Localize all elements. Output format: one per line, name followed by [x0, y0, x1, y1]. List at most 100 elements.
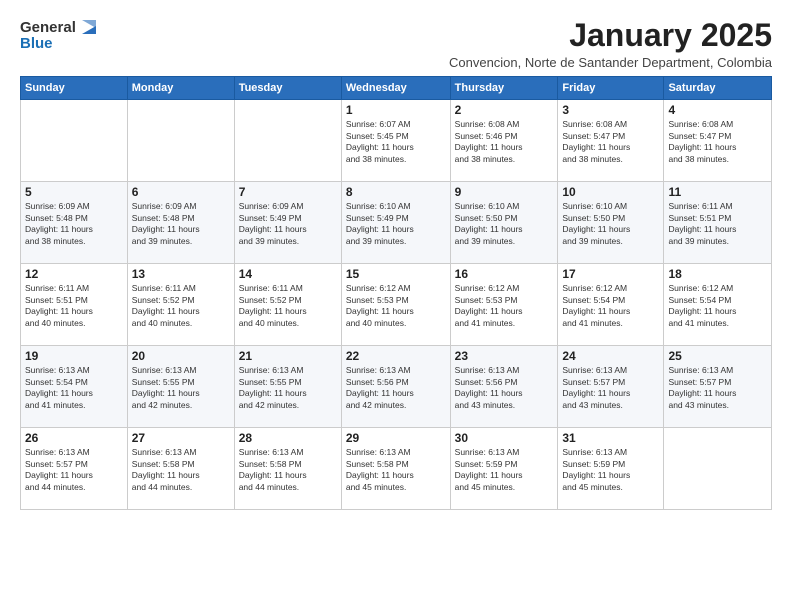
day-info: Sunrise: 6:07 AMSunset: 5:45 PMDaylight:…: [346, 119, 446, 165]
day-number: 7: [239, 185, 337, 199]
day-info: Sunrise: 6:08 AMSunset: 5:47 PMDaylight:…: [668, 119, 767, 165]
table-row: 24Sunrise: 6:13 AMSunset: 5:57 PMDayligh…: [558, 346, 664, 428]
table-row: 10 Sunrise: 6:10 AMSunset: 5:50 PMDayligh…: [558, 182, 664, 264]
table-row: 30Sunrise: 6:13 AMSunset: 5:59 PMDayligh…: [450, 428, 558, 510]
day-number: 16: [455, 267, 554, 281]
header-monday: Monday: [127, 77, 234, 100]
logo: General Blue: [20, 18, 100, 53]
header-saturday: Saturday: [664, 77, 772, 100]
table-row: 17Sunrise: 6:12 AMSunset: 5:54 PMDayligh…: [558, 264, 664, 346]
day-number: 1: [346, 103, 446, 117]
header-sunday: Sunday: [21, 77, 128, 100]
week-row-3: 12 Sunrise: 6:11 AMSunset: 5:51 PMDayligh…: [21, 264, 772, 346]
day-info: Sunrise: 6:09 AMSunset: 5:49 PMDaylight:…: [239, 201, 337, 247]
week-row-2: 5 Sunrise: 6:09 AMSunset: 5:48 PMDaylight…: [21, 182, 772, 264]
table-row: 28Sunrise: 6:13 AMSunset: 5:58 PMDayligh…: [234, 428, 341, 510]
week-row-5: 26 Sunrise: 6:13 AMSunset: 5:57 PMDayligh…: [21, 428, 772, 510]
day-number: 25: [668, 349, 767, 363]
day-info: Sunrise: 6:13 AMSunset: 5:58 PMDaylight:…: [132, 447, 230, 493]
day-number: 20: [132, 349, 230, 363]
day-info: Sunrise: 6:11 AMSunset: 5:52 PMDaylight:…: [132, 283, 230, 329]
day-number: 17: [562, 267, 659, 281]
table-row: [234, 100, 341, 182]
day-info: Sunrise: 6:12 AMSunset: 5:53 PMDaylight:…: [346, 283, 446, 329]
title-section: January 2025 Convencion, Norte de Santan…: [449, 18, 772, 70]
day-info: Sunrise: 6:11 AMSunset: 5:52 PMDaylight:…: [239, 283, 337, 329]
table-row: 15Sunrise: 6:12 AMSunset: 5:53 PMDayligh…: [341, 264, 450, 346]
day-number: 24: [562, 349, 659, 363]
table-row: 23 Sunrise: 6:13 AMSunset: 5:56 PMDayligh…: [450, 346, 558, 428]
table-row: 20 Sunrise: 6:13 AMSunset: 5:55 PMDayligh…: [127, 346, 234, 428]
header-thursday: Thursday: [450, 77, 558, 100]
table-row: 11 Sunrise: 6:11 AMSunset: 5:51 PMDayligh…: [664, 182, 772, 264]
table-row: 22 Sunrise: 6:13 AMSunset: 5:56 PMDayligh…: [341, 346, 450, 428]
table-row: 31 Sunrise: 6:13 AMSunset: 5:59 PMDayligh…: [558, 428, 664, 510]
day-number: 12: [25, 267, 123, 281]
day-info: Sunrise: 6:08 AMSunset: 5:47 PMDaylight:…: [562, 119, 659, 165]
day-number: 6: [132, 185, 230, 199]
day-info: Sunrise: 6:12 AMSunset: 5:54 PMDaylight:…: [668, 283, 767, 329]
table-row: 26 Sunrise: 6:13 AMSunset: 5:57 PMDayligh…: [21, 428, 128, 510]
day-info: Sunrise: 6:13 AMSunset: 5:54 PMDaylight:…: [25, 365, 123, 411]
calendar-table: Sunday Monday Tuesday Wednesday Thursday…: [20, 76, 772, 510]
month-title: January 2025: [449, 18, 772, 53]
calendar-header-row: Sunday Monday Tuesday Wednesday Thursday…: [21, 77, 772, 100]
table-row: 12 Sunrise: 6:11 AMSunset: 5:51 PMDayligh…: [21, 264, 128, 346]
day-info: Sunrise: 6:11 AMSunset: 5:51 PMDaylight:…: [25, 283, 123, 329]
day-number: 3: [562, 103, 659, 117]
table-row: 2 Sunrise: 6:08 AMSunset: 5:46 PMDaylight…: [450, 100, 558, 182]
day-number: 10: [562, 185, 659, 199]
day-info: Sunrise: 6:09 AMSunset: 5:48 PMDaylight:…: [25, 201, 123, 247]
day-info: Sunrise: 6:13 AMSunset: 5:57 PMDaylight:…: [668, 365, 767, 411]
header-friday: Friday: [558, 77, 664, 100]
day-number: 14: [239, 267, 337, 281]
table-row: 6 Sunrise: 6:09 AMSunset: 5:48 PMDaylight…: [127, 182, 234, 264]
page: General Blue January 2025 Convencion, No…: [0, 0, 792, 612]
day-number: 29: [346, 431, 446, 445]
day-number: 27: [132, 431, 230, 445]
day-number: 2: [455, 103, 554, 117]
day-number: 19: [25, 349, 123, 363]
table-row: 8 Sunrise: 6:10 AMSunset: 5:49 PMDaylight…: [341, 182, 450, 264]
week-row-4: 19 Sunrise: 6:13 AMSunset: 5:54 PMDayligh…: [21, 346, 772, 428]
table-row: [664, 428, 772, 510]
logo-general: General: [20, 20, 76, 37]
day-info: Sunrise: 6:13 AMSunset: 5:56 PMDaylight:…: [455, 365, 554, 411]
header-wednesday: Wednesday: [341, 77, 450, 100]
day-number: 22: [346, 349, 446, 363]
day-number: 8: [346, 185, 446, 199]
day-info: Sunrise: 6:09 AMSunset: 5:48 PMDaylight:…: [132, 201, 230, 247]
logo-icon: [78, 16, 100, 38]
logo-blue: Blue: [20, 36, 53, 53]
day-info: Sunrise: 6:11 AMSunset: 5:51 PMDaylight:…: [668, 201, 767, 247]
day-info: Sunrise: 6:13 AMSunset: 5:58 PMDaylight:…: [239, 447, 337, 493]
day-number: 4: [668, 103, 767, 117]
table-row: 9Sunrise: 6:10 AMSunset: 5:50 PMDaylight…: [450, 182, 558, 264]
table-row: 29 Sunrise: 6:13 AMSunset: 5:58 PMDayligh…: [341, 428, 450, 510]
day-number: 5: [25, 185, 123, 199]
day-info: Sunrise: 6:10 AMSunset: 5:50 PMDaylight:…: [562, 201, 659, 247]
week-row-1: 1 Sunrise: 6:07 AMSunset: 5:45 PMDaylight…: [21, 100, 772, 182]
day-number: 13: [132, 267, 230, 281]
day-info: Sunrise: 6:13 AMSunset: 5:55 PMDaylight:…: [132, 365, 230, 411]
table-row: 7 Sunrise: 6:09 AMSunset: 5:49 PMDaylight…: [234, 182, 341, 264]
table-row: [127, 100, 234, 182]
day-number: 23: [455, 349, 554, 363]
table-row: 19 Sunrise: 6:13 AMSunset: 5:54 PMDayligh…: [21, 346, 128, 428]
table-row: 3 Sunrise: 6:08 AMSunset: 5:47 PMDaylight…: [558, 100, 664, 182]
table-row: 25 Sunrise: 6:13 AMSunset: 5:57 PMDayligh…: [664, 346, 772, 428]
day-info: Sunrise: 6:10 AMSunset: 5:50 PMDaylight:…: [455, 201, 554, 247]
table-row: 27 Sunrise: 6:13 AMSunset: 5:58 PMDayligh…: [127, 428, 234, 510]
header-tuesday: Tuesday: [234, 77, 341, 100]
day-info: Sunrise: 6:13 AMSunset: 5:59 PMDaylight:…: [562, 447, 659, 493]
day-info: Sunrise: 6:13 AMSunset: 5:56 PMDaylight:…: [346, 365, 446, 411]
day-number: 11: [668, 185, 767, 199]
day-info: Sunrise: 6:08 AMSunset: 5:46 PMDaylight:…: [455, 119, 554, 165]
day-info: Sunrise: 6:12 AMSunset: 5:53 PMDaylight:…: [455, 283, 554, 329]
day-info: Sunrise: 6:10 AMSunset: 5:49 PMDaylight:…: [346, 201, 446, 247]
day-info: Sunrise: 6:13 AMSunset: 5:58 PMDaylight:…: [346, 447, 446, 493]
day-info: Sunrise: 6:13 AMSunset: 5:59 PMDaylight:…: [455, 447, 554, 493]
day-number: 26: [25, 431, 123, 445]
day-number: 31: [562, 431, 659, 445]
day-info: Sunrise: 6:13 AMSunset: 5:57 PMDaylight:…: [25, 447, 123, 493]
